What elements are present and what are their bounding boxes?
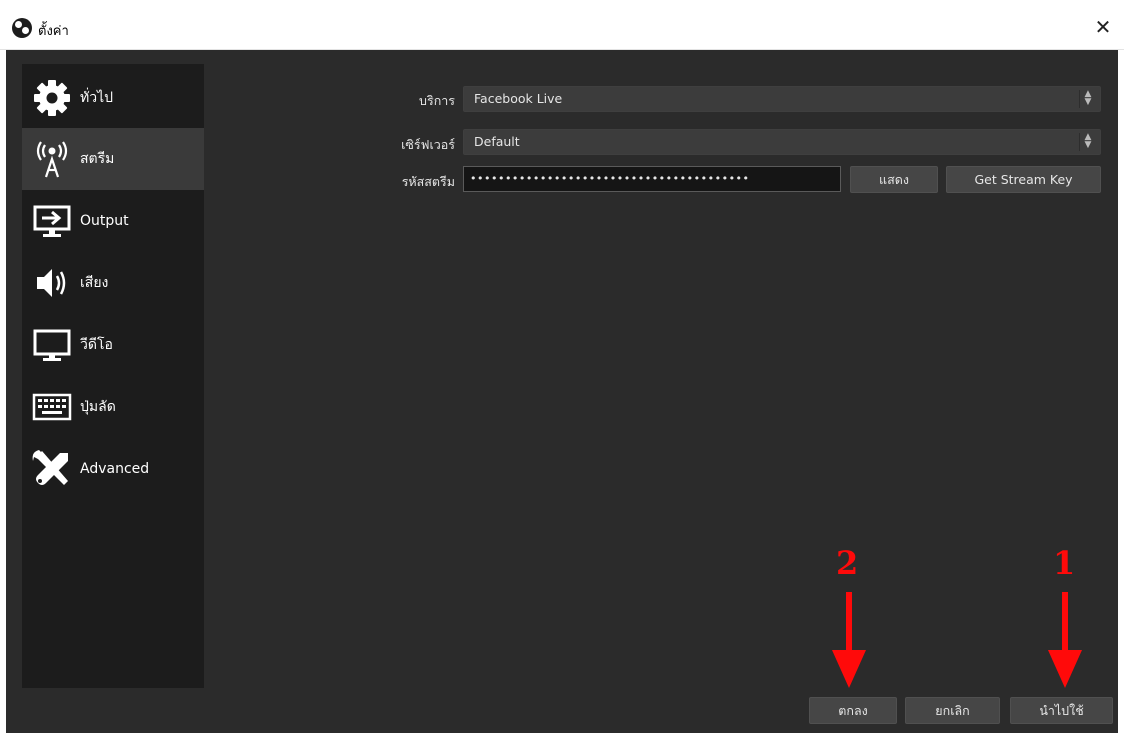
broadcast-tower-icon [28,139,76,179]
service-select[interactable]: Facebook Live ▲ ▼ [463,86,1101,112]
ok-button[interactable]: ตกลง [809,697,897,724]
sidebar-item-stream[interactable]: สตรีม [22,128,204,190]
sidebar-item-hotkeys[interactable]: ปุ่มลัด [22,376,204,438]
sidebar-item-label: วีดีโอ [80,337,113,353]
close-button[interactable]: ✕ [1088,12,1118,42]
cancel-button[interactable]: ยกเลิก [905,697,1000,724]
server-label: เซิร์ฟเวอร์ [401,137,455,152]
title-bar: ตั้งค่า ✕ [0,0,1124,50]
sidebar-item-label: Advanced [80,461,150,477]
tools-icon [28,449,76,489]
get-stream-key-button[interactable]: Get Stream Key [946,166,1101,193]
service-label: บริการ [419,93,455,108]
sidebar-item-advanced[interactable]: Advanced [22,438,204,500]
annotation-arrow-down-icon [1048,592,1082,688]
settings-sidebar: ทั่วไป สตรีม Output เสียง วีดีโอ ปุ่มลัด… [22,64,204,688]
service-value: Facebook Live [474,91,563,106]
apply-button[interactable]: นำไปใช้ [1010,697,1113,724]
updown-arrows-icon: ▲ ▼ [1079,90,1096,108]
sidebar-item-label: Output [80,213,129,229]
window-border-right [1118,50,1124,733]
show-key-button[interactable]: แสดง [850,166,938,193]
annotation-arrow-down-icon [832,592,866,688]
window-title: ตั้งค่า [38,24,69,39]
annotation-number-2: 2 [836,544,859,582]
updown-arrows-icon: ▲ ▼ [1079,133,1096,151]
sidebar-item-video[interactable]: วีดีโอ [22,314,204,376]
sidebar-item-audio[interactable]: เสียง [22,252,204,314]
server-select[interactable]: Default ▲ ▼ [463,129,1101,155]
sidebar-item-label: ปุ่มลัด [80,399,116,415]
obs-logo-icon [12,18,32,38]
stream-key-input[interactable]: •••••••••••••••••••••••••••••••••••••••• [463,166,841,192]
server-value: Default [474,134,520,149]
output-monitor-icon [28,201,76,241]
sidebar-item-label: ทั่วไป [80,90,114,106]
sidebar-item-output[interactable]: Output [22,190,204,252]
sidebar-item-label: เสียง [80,275,109,291]
speaker-icon [28,263,76,303]
sidebar-item-general[interactable]: ทั่วไป [22,67,204,129]
sidebar-item-label: สตรีม [80,151,115,167]
window-border-left [0,50,6,733]
keyboard-icon [28,387,76,427]
stream-key-label: รหัสสตรีม [401,174,455,189]
annotation-number-1: 1 [1053,544,1076,582]
gear-icon [28,78,76,118]
monitor-icon [28,325,76,365]
